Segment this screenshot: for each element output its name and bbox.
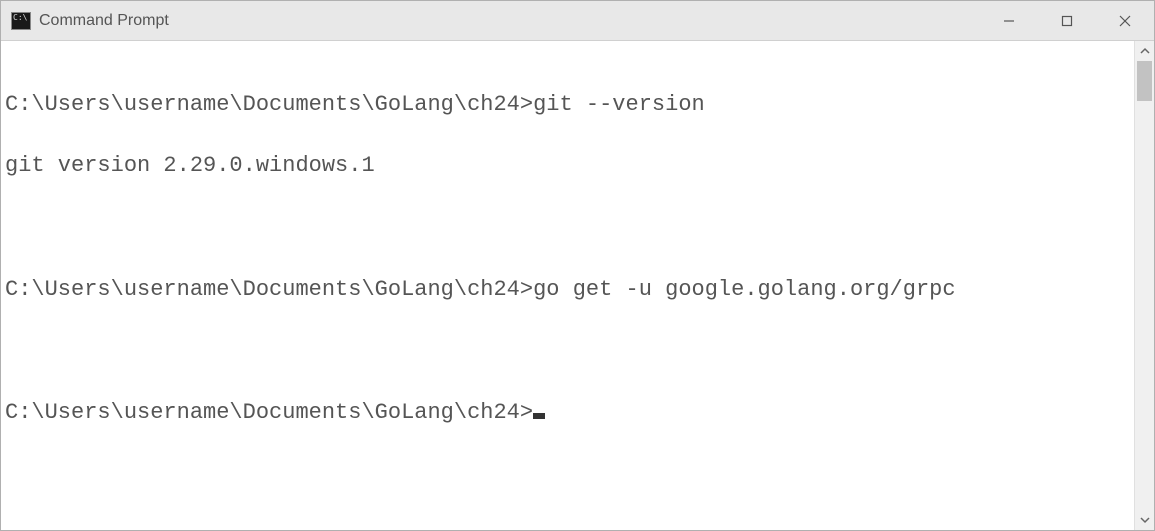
vertical-scrollbar[interactable] [1134,41,1154,530]
prompt-text: C:\Users\username\Documents\GoLang\ch24> [5,277,533,302]
cursor [533,413,545,419]
maximize-icon [1061,15,1073,27]
command-prompt-window: Command Prompt C:\Users\username\Documen… [0,0,1155,531]
chevron-up-icon [1140,46,1150,56]
minimize-button[interactable] [980,1,1038,40]
content-area: C:\Users\username\Documents\GoLang\ch24>… [1,41,1154,530]
terminal-line: git version 2.29.0.windows.1 [5,151,1130,182]
scrollbar-track[interactable] [1135,61,1154,510]
terminal-line [5,213,1130,244]
titlebar[interactable]: Command Prompt [1,1,1154,41]
close-button[interactable] [1096,1,1154,40]
minimize-icon [1003,15,1015,27]
cmd-icon [11,12,31,30]
command-text: go get -u google.golang.org/grpc [533,277,955,302]
terminal-output[interactable]: C:\Users\username\Documents\GoLang\ch24>… [1,41,1134,530]
window-title: Command Prompt [39,12,169,30]
terminal-line: C:\Users\username\Documents\GoLang\ch24>… [5,90,1130,121]
command-text: git --version [533,92,705,117]
prompt-text: C:\Users\username\Documents\GoLang\ch24> [5,400,533,425]
scroll-down-button[interactable] [1135,510,1154,530]
maximize-button[interactable] [1038,1,1096,40]
prompt-text: C:\Users\username\Documents\GoLang\ch24> [5,92,533,117]
scroll-up-button[interactable] [1135,41,1154,61]
terminal-line [5,336,1130,367]
window-controls [980,1,1154,40]
scrollbar-thumb[interactable] [1137,61,1152,101]
output-text: git version 2.29.0.windows.1 [5,153,375,178]
terminal-line: C:\Users\username\Documents\GoLang\ch24> [5,398,1130,429]
chevron-down-icon [1140,515,1150,525]
terminal-line: C:\Users\username\Documents\GoLang\ch24>… [5,275,1130,306]
close-icon [1119,15,1131,27]
